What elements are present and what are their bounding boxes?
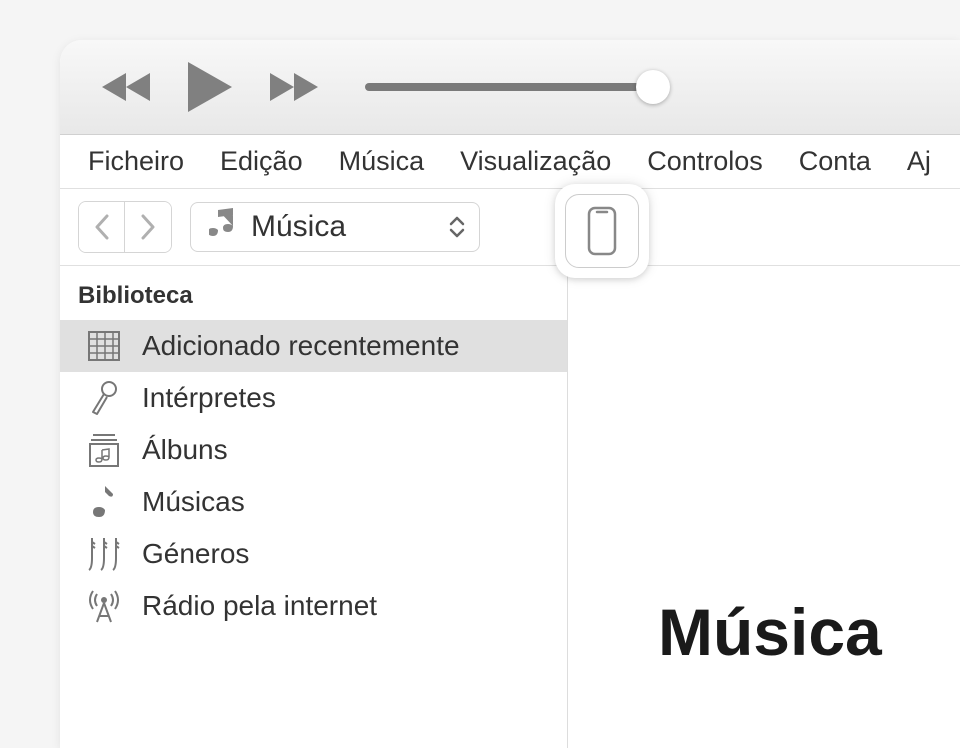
menu-view[interactable]: Visualização <box>442 146 629 177</box>
volume-thumb[interactable] <box>636 70 670 104</box>
device-button[interactable] <box>555 184 649 278</box>
menu-controls[interactable]: Controlos <box>629 146 781 177</box>
menu-edit[interactable]: Edição <box>202 146 321 177</box>
main-content: Música <box>568 266 960 748</box>
menu-file[interactable]: Ficheiro <box>70 146 202 177</box>
main-title: Música <box>658 594 882 670</box>
sidebar-item-label: Adicionado recentemente <box>142 330 460 362</box>
sidebar-item-genres[interactable]: Géneros <box>60 528 567 580</box>
media-selector-label: Música <box>251 210 435 244</box>
sidebar-header: Biblioteca <box>60 282 567 320</box>
nav-buttons <box>78 201 172 253</box>
volume-slider[interactable] <box>365 67 660 107</box>
back-button[interactable] <box>79 202 125 252</box>
sidebar-item-recently-added[interactable]: Adicionado recentemente <box>60 320 567 372</box>
sidebar-item-label: Músicas <box>142 486 245 518</box>
media-type-selector[interactable]: Música <box>190 202 480 252</box>
player-bar <box>60 40 960 135</box>
sidebar-item-label: Géneros <box>142 538 249 570</box>
antenna-icon <box>86 588 122 624</box>
play-button[interactable] <box>184 60 236 114</box>
grid-icon <box>86 328 122 364</box>
sidebar-item-songs[interactable]: Músicas <box>60 476 567 528</box>
sidebar-item-albums[interactable]: Álbuns <box>60 424 567 476</box>
forward-button[interactable] <box>125 202 171 252</box>
album-icon <box>86 432 122 468</box>
microphone-icon <box>86 380 122 416</box>
sidebar-item-label: Rádio pela internet <box>142 590 377 622</box>
phone-icon <box>587 206 617 256</box>
sidebar-item-internet-radio[interactable]: Rádio pela internet <box>60 580 567 632</box>
app-window: Ficheiro Edição Música Visualização Cont… <box>60 40 960 748</box>
content-area: Biblioteca Adicionado recentemente <box>60 265 960 748</box>
next-button[interactable] <box>266 69 320 105</box>
device-button-inner <box>565 194 639 268</box>
previous-button[interactable] <box>100 69 154 105</box>
music-note-icon <box>209 206 237 248</box>
menu-music[interactable]: Música <box>321 146 443 177</box>
sidebar: Biblioteca Adicionado recentemente <box>60 266 568 748</box>
sidebar-item-label: Intérpretes <box>142 382 276 414</box>
chevron-updown-icon <box>449 216 465 238</box>
menu-help[interactable]: Aj <box>889 146 949 177</box>
menu-bar: Ficheiro Edição Música Visualização Cont… <box>60 135 960 189</box>
guitar-icon <box>86 536 122 572</box>
note-icon <box>86 484 122 520</box>
sidebar-item-label: Álbuns <box>142 434 228 466</box>
menu-account[interactable]: Conta <box>781 146 889 177</box>
volume-track <box>365 83 660 91</box>
sidebar-item-artists[interactable]: Intérpretes <box>60 372 567 424</box>
playback-controls <box>100 60 320 114</box>
toolbar: Música <box>60 189 960 265</box>
